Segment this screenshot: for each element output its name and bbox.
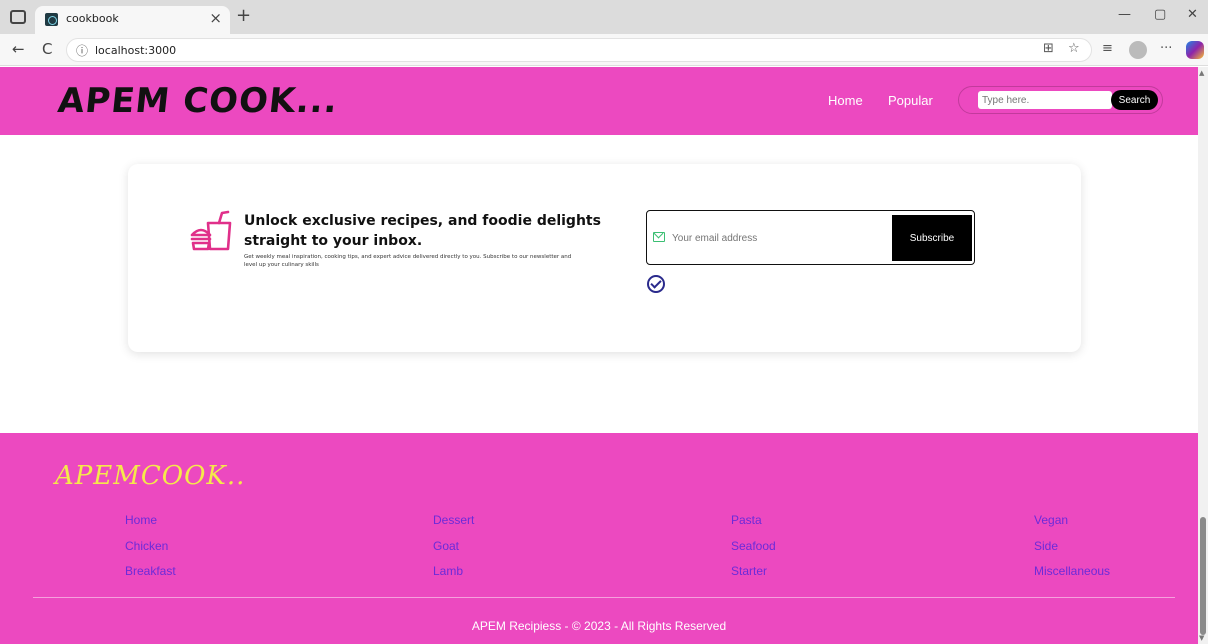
footer-link-lamb[interactable]: Lamb <box>433 564 463 578</box>
page-scrollbar[interactable]: ▲ ▼ <box>1198 67 1208 644</box>
profile-avatar[interactable] <box>1129 41 1147 59</box>
newsletter-description: Get weekly meal inspiration, cooking tip… <box>244 254 572 268</box>
url-text: localhost:3000 <box>95 44 177 57</box>
new-tab-icon[interactable]: + <box>236 5 251 26</box>
footer-divider <box>33 597 1175 598</box>
nav-popular-link[interactable]: Popular <box>888 93 933 108</box>
footer-link-starter[interactable]: Starter <box>731 564 767 578</box>
footer-link-side[interactable]: Side <box>1034 539 1058 553</box>
browser-address-bar: ← C ⓘ localhost:3000 ⊞ ☆ ≡ ··· <box>0 34 1208 66</box>
footer-link-breakfast[interactable]: Breakfast <box>125 564 176 578</box>
footer-link-seafood[interactable]: Seafood <box>731 539 776 553</box>
minimize-icon[interactable]: — <box>1118 7 1131 22</box>
browser-tab[interactable]: cookbook × <box>35 6 230 34</box>
favorite-icon[interactable]: ☆ <box>1068 41 1080 56</box>
fast-food-icon <box>190 210 232 251</box>
site-footer: APEMCOOK.. Home Chicken Breakfast Desser… <box>0 433 1198 644</box>
more-icon[interactable]: ··· <box>1160 41 1172 56</box>
footer-logo[interactable]: APEMCOOK.. <box>55 461 245 491</box>
url-field[interactable]: ⓘ localhost:3000 <box>66 38 1092 62</box>
tab-close-icon[interactable]: × <box>209 9 222 27</box>
favorites-bar-icon[interactable]: ≡ <box>1102 41 1113 56</box>
site-logo[interactable]: APEM COOK... <box>56 81 340 121</box>
react-favicon-icon <box>45 13 58 26</box>
newsletter-title: Unlock exclusive recipes, and foodie del… <box>244 213 601 249</box>
search-form: Search <box>958 86 1163 114</box>
tab-title: cookbook <box>66 12 119 25</box>
search-button[interactable]: Search <box>1111 90 1158 110</box>
email-subscribe-form: Subscribe <box>646 210 975 265</box>
tab-actions-icon[interactable] <box>10 10 26 24</box>
site-info-icon[interactable]: ⓘ <box>76 42 88 59</box>
copilot-icon[interactable] <box>1186 41 1204 59</box>
mail-icon <box>653 232 665 242</box>
footer-link-vegan[interactable]: Vegan <box>1034 513 1068 527</box>
browser-tab-bar: cookbook × + — ▢ ✕ <box>0 0 1208 34</box>
footer-link-chicken[interactable]: Chicken <box>125 539 168 553</box>
nav-home-link[interactable]: Home <box>828 93 863 108</box>
search-input[interactable] <box>978 91 1112 109</box>
newsletter-card: Unlock exclusive recipes, and foodie del… <box>128 164 1081 352</box>
footer-link-dessert[interactable]: Dessert <box>433 513 474 527</box>
email-input[interactable] <box>672 230 887 246</box>
copyright-text: APEM Recipiess - © 2023 - All Rights Res… <box>471 619 727 633</box>
scroll-up-icon[interactable]: ▲ <box>1199 69 1204 77</box>
footer-link-miscellaneous[interactable]: Miscellaneous <box>1034 564 1110 578</box>
scroll-down-icon[interactable]: ▼ <box>1199 634 1204 642</box>
subscribe-button[interactable]: Subscribe <box>892 215 972 261</box>
restore-icon[interactable]: ▢ <box>1154 7 1166 22</box>
site-header: APEM COOK... Home Popular Search <box>0 67 1198 135</box>
footer-link-goat[interactable]: Goat <box>433 539 459 553</box>
page-viewport: APEM COOK... Home Popular Search Unlock … <box>0 67 1198 644</box>
split-screen-icon[interactable]: ⊞ <box>1043 41 1054 56</box>
footer-link-home[interactable]: Home <box>125 513 157 527</box>
close-window-icon[interactable]: ✕ <box>1187 7 1198 22</box>
back-icon[interactable]: ← <box>12 40 25 58</box>
footer-link-pasta[interactable]: Pasta <box>731 513 762 527</box>
reload-icon[interactable]: C <box>42 40 52 58</box>
check-circle-icon <box>647 275 665 293</box>
scroll-thumb[interactable] <box>1200 517 1206 635</box>
